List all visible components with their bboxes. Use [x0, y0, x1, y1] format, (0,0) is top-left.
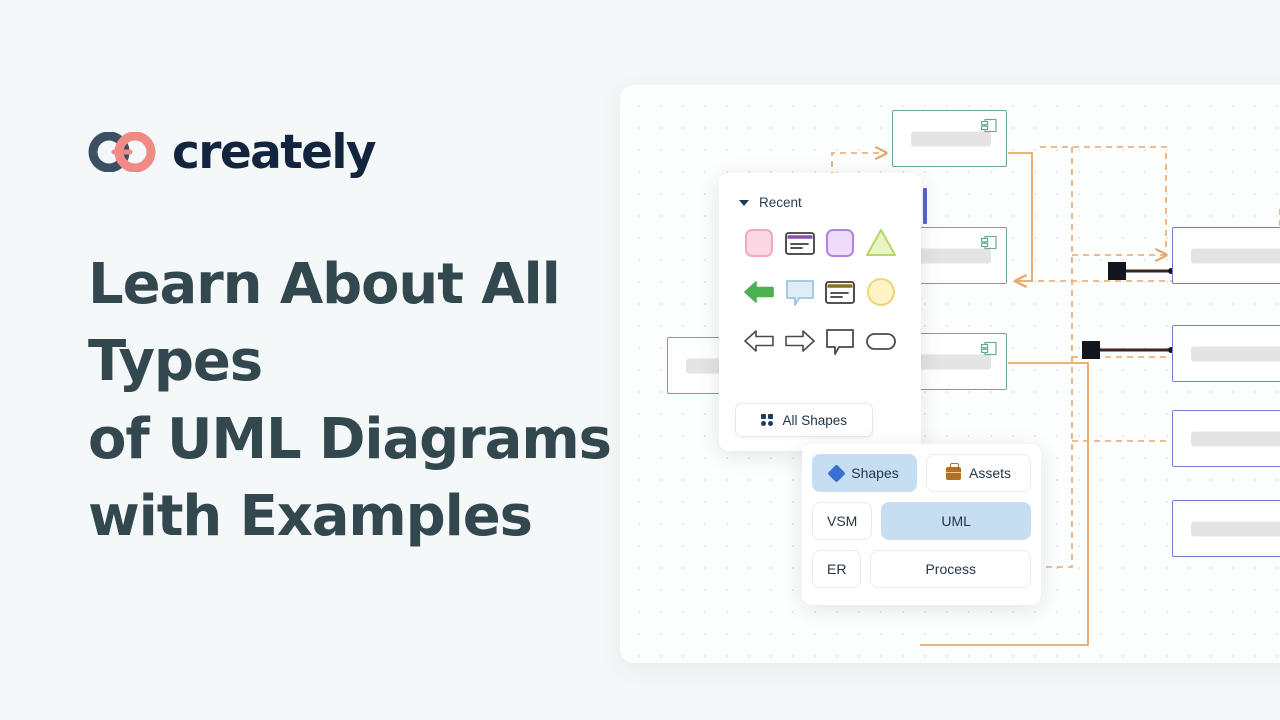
- chevron-down-icon[interactable]: [739, 199, 749, 206]
- speech-bubble-shape[interactable]: [823, 324, 857, 358]
- tool-chip-label: ER: [827, 561, 847, 577]
- arrow-left-outline-shape[interactable]: [742, 324, 776, 358]
- node-label-placeholder: [1191, 521, 1280, 536]
- node-label-placeholder: [911, 248, 991, 263]
- tool-chip-vsm[interactable]: VSM: [812, 502, 873, 540]
- brand-logo[interactable]: creately: [88, 120, 648, 184]
- note-card-purple-shape[interactable]: [783, 226, 817, 260]
- tool-chip-er[interactable]: ER: [812, 550, 862, 588]
- all-shapes-button[interactable]: All Shapes: [735, 403, 873, 437]
- all-shapes-label: All Shapes: [782, 412, 848, 428]
- circle-yellow-shape[interactable]: [864, 275, 898, 309]
- rounded-square-purple-shape[interactable]: [823, 226, 857, 260]
- stadium-shape[interactable]: [864, 324, 898, 358]
- connector-dashed-3: [1040, 146, 1167, 249]
- tool-rows: Shapes Assets VSM UML ER Process: [812, 454, 1031, 588]
- component-icon: [981, 118, 997, 133]
- connector-solid-1: [1008, 152, 1033, 282]
- diagram-node[interactable]: [1172, 227, 1280, 284]
- page-title: Learn About All Types of UML Diagrams wi…: [88, 252, 612, 549]
- library-tool-panel[interactable]: Shapes Assets VSM UML ER Process: [802, 444, 1041, 605]
- node-label-placeholder: [911, 131, 991, 146]
- component-icon: [981, 235, 997, 250]
- tool-chip-label: UML: [941, 513, 971, 529]
- diagram-node[interactable]: [1172, 325, 1280, 382]
- tool-row: Shapes Assets: [812, 454, 1031, 492]
- hero-content: creately Learn About All Types of UML Di…: [88, 120, 648, 555]
- node-label-placeholder: [1191, 346, 1280, 361]
- hero-page: creately Learn About All Types of UML Di…: [0, 0, 1280, 720]
- diagram-node[interactable]: [1172, 500, 1280, 557]
- tool-chip-uml[interactable]: UML: [881, 502, 1031, 540]
- recent-shapes-panel[interactable]: Recent All Shapes: [719, 173, 921, 451]
- interlocking-rings-icon: [88, 132, 158, 172]
- tool-row: ER Process: [812, 550, 1031, 588]
- recent-section-header[interactable]: Recent: [739, 195, 901, 210]
- brand-wordmark: creately: [172, 124, 377, 180]
- tool-chip-label: VSM: [827, 513, 858, 529]
- diamond-icon: [827, 463, 846, 483]
- tool-chip-label: Process: [925, 561, 977, 577]
- tool-chip-process[interactable]: Process: [870, 550, 1031, 588]
- node-label-placeholder: [1191, 431, 1280, 446]
- recent-section-label: Recent: [759, 195, 802, 210]
- connector-endpoint-square-1: [1108, 262, 1126, 280]
- text-cursor-caret: [923, 188, 927, 224]
- note-card-olive-shape[interactable]: [823, 275, 857, 309]
- triangle-green-shape[interactable]: [864, 226, 898, 260]
- grid-icon: [760, 413, 774, 427]
- diagram-node[interactable]: [1172, 410, 1280, 467]
- tool-chip-assets[interactable]: Assets: [926, 454, 1031, 492]
- shape-thumbnail-grid[interactable]: [739, 226, 901, 358]
- rounded-square-pink-shape[interactable]: [742, 226, 776, 260]
- connector-endpoint-square-2: [1082, 341, 1100, 359]
- diagram-node[interactable]: [892, 110, 1007, 167]
- arrow-right-outline-shape[interactable]: [783, 324, 817, 358]
- arrow-left-green-shape[interactable]: [742, 275, 776, 309]
- tool-chip-label: Assets: [968, 465, 1011, 481]
- component-icon: [981, 341, 997, 356]
- tool-chip-label: Shapes: [851, 465, 899, 481]
- node-label-placeholder: [1191, 248, 1280, 263]
- tool-row: VSM UML: [812, 502, 1031, 540]
- tool-chip-shapes[interactable]: Shapes: [812, 454, 917, 492]
- callout-blue-shape[interactable]: [783, 275, 817, 309]
- node-label-placeholder: [911, 354, 991, 369]
- briefcase-icon: [945, 463, 961, 480]
